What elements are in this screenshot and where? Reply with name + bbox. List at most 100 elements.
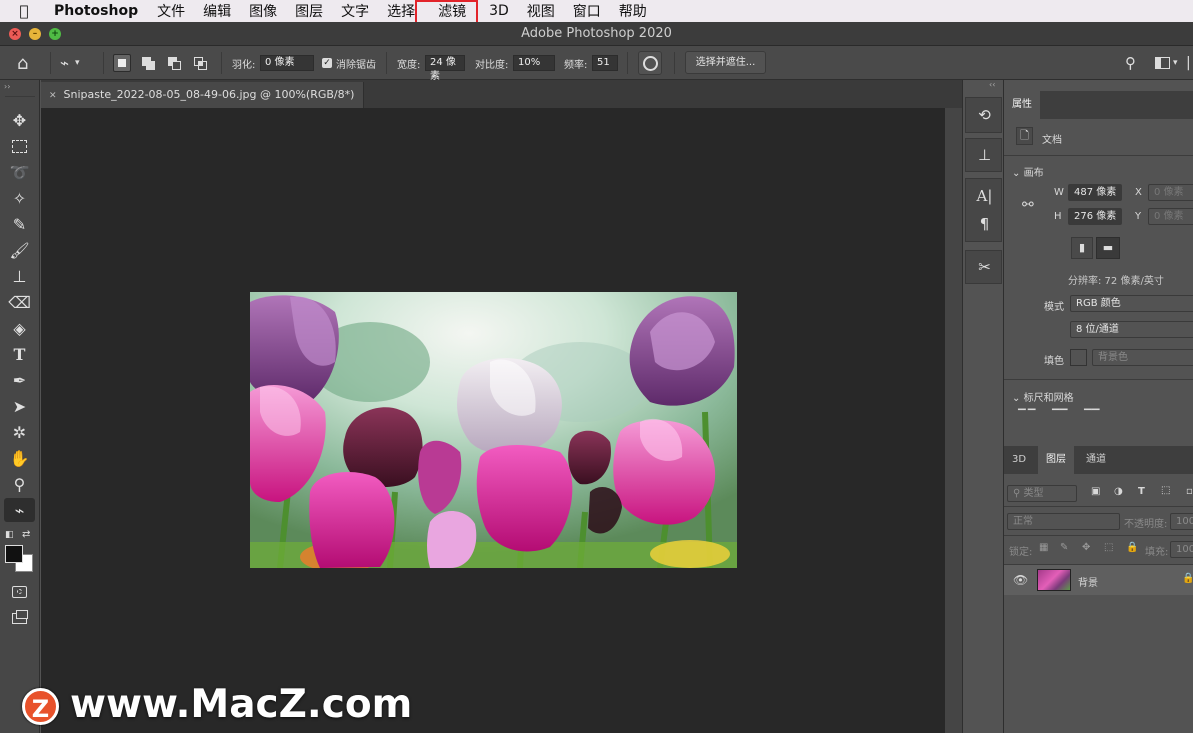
type-tool-icon[interactable]: T <box>4 342 35 366</box>
history-icon[interactable]: ⟲ <box>966 102 1003 128</box>
rulers-grid-section-header[interactable]: ⌄ 标尺和网格 <box>1012 389 1074 404</box>
canvas-x-input[interactable]: 0 像素 <box>1148 184 1193 201</box>
menu-file[interactable]: 文件 <box>148 1 194 21</box>
canvas-height-input[interactable]: 276 像素 <box>1068 208 1122 225</box>
menu-image[interactable]: 图像 <box>240 1 286 21</box>
stamp-tool-icon[interactable]: ⊥ <box>4 264 35 288</box>
marquee-tool-icon[interactable] <box>4 134 35 158</box>
tab-channels[interactable]: 通道 <box>1078 446 1114 474</box>
smart-object-filter-icon[interactable]: ▫ <box>1186 486 1193 497</box>
search-icon[interactable]: ⚲ <box>1125 46 1136 80</box>
frequency-input[interactable]: 51 <box>592 55 618 71</box>
menu-app-name[interactable]: Photoshop <box>48 3 148 19</box>
tab-layers[interactable]: 图层 <box>1038 446 1074 474</box>
chevron-down-icon: ▾ <box>1173 58 1178 68</box>
document-tab[interactable]: ✕ Snipaste_2022-08-05_08-49-06.jpg @ 100%… <box>41 82 364 108</box>
fill-input[interactable]: 100 <box>1170 541 1193 558</box>
adjustment-filter-icon[interactable]: ◑ <box>1114 486 1123 497</box>
grid-icon[interactable]: ▔▔ <box>1052 410 1067 421</box>
eraser-tool-icon[interactable]: ⌫ <box>4 290 35 314</box>
new-selection-mode-button[interactable] <box>113 54 131 72</box>
paint-bucket-tool-icon[interactable]: ◈ <box>4 316 35 340</box>
intersect-selection-button[interactable] <box>191 54 209 72</box>
character-icon[interactable]: A| <box>966 183 1003 209</box>
minimize-window-button[interactable]: – <box>29 28 41 40</box>
canvas-width-input[interactable]: 487 像素 <box>1068 184 1122 201</box>
bit-depth-select[interactable]: 8 位/通道 <box>1070 321 1193 338</box>
quick-selection-tool-icon[interactable]: ⌁ <box>4 498 35 522</box>
link-icon[interactable]: ⚯ <box>1022 197 1034 213</box>
eye-icon[interactable]: 👁 <box>1013 573 1028 587</box>
opacity-input[interactable]: 100 <box>1170 513 1193 530</box>
fill-color-swatch[interactable] <box>1070 349 1087 366</box>
brush-tool-icon[interactable]: 🖌 <box>4 238 35 262</box>
properties-tab-bar: 属性 <box>1004 91 1193 119</box>
default-colors-icon[interactable]: ◧ <box>5 530 14 540</box>
tab-3d[interactable]: 3D <box>1004 446 1034 474</box>
lasso-tool-icon[interactable]: ➰ <box>4 160 35 184</box>
magic-wand-tool-icon[interactable]: ✧ <box>4 186 35 210</box>
menu-layer[interactable]: 图层 <box>286 1 332 21</box>
lock-position-icon[interactable]: ✥ <box>1082 542 1090 553</box>
path-selection-tool-icon[interactable]: ➤ <box>4 394 35 418</box>
vertical-scrollbar[interactable] <box>945 108 962 733</box>
screen-mode-icon[interactable] <box>4 606 35 630</box>
quick-selection-tool-preset-icon[interactable]: ⌁ ▾ <box>60 46 80 80</box>
foreground-color-swatch[interactable] <box>5 545 23 563</box>
canvas-section-header[interactable]: ⌄ 画布 <box>1012 164 1044 179</box>
pen-tool-icon[interactable]: ✒ <box>4 368 35 392</box>
lock-transparent-icon[interactable]: ▦ <box>1039 542 1048 553</box>
add-to-selection-button[interactable] <box>139 54 157 72</box>
blend-mode-select[interactable]: 正常 <box>1007 513 1120 530</box>
canvas-y-input[interactable]: 0 像素 <box>1148 208 1193 225</box>
clone-source-icon[interactable]: ⊥ <box>966 142 1003 168</box>
menu-view[interactable]: 视图 <box>518 1 564 21</box>
workspace-icon[interactable]: ▾ <box>1155 46 1178 80</box>
apple-icon[interactable]:  <box>0 2 48 20</box>
eyedropper-tool-icon[interactable]: ✎ <box>4 212 35 236</box>
feather-input[interactable]: 0 像素 <box>260 55 314 71</box>
hand-tool-icon[interactable]: ✋ <box>4 446 35 470</box>
menu-3d[interactable]: 3D <box>480 3 518 19</box>
home-icon[interactable]: ⌂ <box>17 46 28 80</box>
portrait-orientation-icon[interactable]: ▮ <box>1071 237 1093 259</box>
fill-color-select[interactable]: 背景色 <box>1092 349 1193 366</box>
guides-icon[interactable]: ▔▔ <box>1084 410 1099 421</box>
swap-colors-icon[interactable]: ⇄ <box>22 529 30 540</box>
color-mode-select[interactable]: RGB 颜色 <box>1070 295 1193 312</box>
lock-artboard-icon[interactable]: ⬚ <box>1104 542 1113 553</box>
menu-type[interactable]: 文字 <box>332 1 378 21</box>
close-tab-icon[interactable]: ✕ <box>49 91 57 101</box>
paragraph-icon[interactable]: ¶ <box>966 211 1003 237</box>
contrast-input[interactable]: 10% <box>513 55 555 71</box>
menu-help[interactable]: 帮助 <box>610 1 656 21</box>
tab-properties[interactable]: 属性 <box>1004 91 1040 119</box>
collapse-arrows-icon[interactable]: ›› <box>4 82 10 91</box>
antialias-checkbox[interactable]: ✓ 消除锯齿 <box>322 46 376 80</box>
width-input[interactable]: 24 像素 <box>425 55 465 82</box>
menu-edit[interactable]: 编辑 <box>194 1 240 21</box>
close-window-button[interactable]: × <box>9 28 21 40</box>
lock-pixels-icon[interactable]: ✎ <box>1060 542 1068 553</box>
zoom-tool-icon[interactable]: ⚲ <box>4 472 35 496</box>
subtract-from-selection-button[interactable] <box>165 54 183 72</box>
pixel-filter-icon[interactable]: ▣ <box>1091 486 1100 497</box>
shape-filter-icon[interactable]: ⬚ <box>1161 485 1170 496</box>
quick-mask-icon[interactable] <box>4 580 35 604</box>
type-filter-icon[interactable]: T <box>1138 486 1145 497</box>
custom-shape-tool-icon[interactable]: ✲ <box>4 420 35 444</box>
share-icon[interactable]: | <box>1186 46 1191 80</box>
document-image[interactable] <box>250 292 737 568</box>
move-tool-icon[interactable]: ✥ <box>4 108 35 132</box>
lock-all-icon[interactable]: 🔒 <box>1126 542 1138 553</box>
zoom-window-button[interactable]: + <box>49 28 61 40</box>
select-and-mask-button[interactable]: 选择并遮住... <box>685 51 766 74</box>
layer-row[interactable]: 👁 背景 🔒 <box>1004 565 1193 595</box>
menu-window[interactable]: 窗口 <box>564 1 610 21</box>
pen-pressure-icon[interactable] <box>638 46 662 80</box>
layer-filter-select[interactable]: ⚲ 类型 <box>1007 485 1077 502</box>
landscape-orientation-icon[interactable]: ▬ <box>1096 237 1120 259</box>
collapse-arrows-icon[interactable]: ‹‹ <box>989 80 995 89</box>
tool-presets-icon[interactable]: ✂ <box>966 254 1003 280</box>
rulers-icon[interactable]: ▔▔ <box>1018 410 1037 421</box>
